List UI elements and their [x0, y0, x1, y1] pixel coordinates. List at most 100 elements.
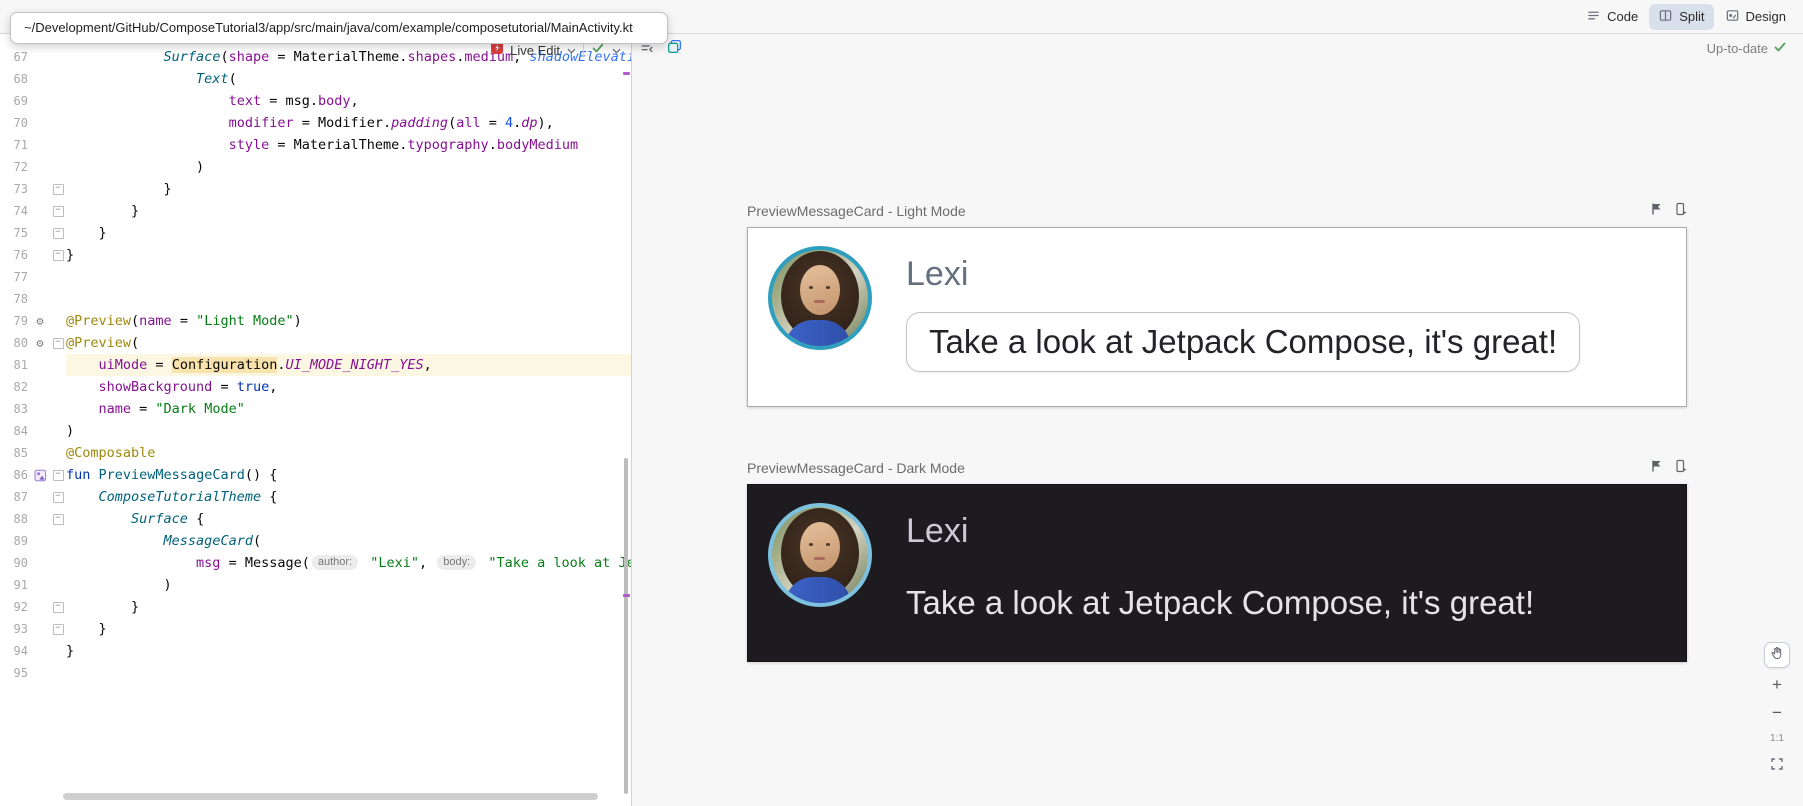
fold-spacer: [50, 640, 66, 662]
code-line-88[interactable]: 88 Surface {: [0, 508, 631, 530]
run-preview-on-device-icon[interactable]: [1674, 459, 1687, 478]
zoom-to-fit-button[interactable]: [1770, 754, 1784, 774]
code-line-92[interactable]: 92 }: [0, 596, 631, 618]
avatar-face: [800, 522, 840, 572]
error-stripe-mark: [623, 594, 630, 597]
code-text: Text(: [66, 68, 631, 90]
pane-divider[interactable]: [631, 34, 632, 806]
code-line-75[interactable]: 75 }: [0, 222, 631, 244]
preview-card-dark[interactable]: Lexi Take a look at Jetpack Compose, it'…: [747, 484, 1687, 662]
code-view-button[interactable]: Code: [1577, 4, 1647, 30]
preview-settings-gear-icon[interactable]: ⚙: [30, 332, 50, 354]
code-line-78[interactable]: 78: [0, 288, 631, 310]
code-line-89[interactable]: 89 MessageCard(: [0, 530, 631, 552]
run-preview-on-device-icon[interactable]: [1674, 202, 1687, 221]
preview-card-light[interactable]: Lexi Take a look at Jetpack Compose, it'…: [747, 227, 1687, 407]
preview-sync-status: Up-to-date: [1707, 40, 1787, 57]
compose-preview-gutter-icon[interactable]: [30, 464, 50, 486]
code-text: [66, 288, 631, 310]
line-number: 92: [8, 596, 28, 618]
code-line-68[interactable]: 68 Text(: [0, 68, 631, 90]
code-line-69[interactable]: 69 text = msg.body,: [0, 90, 631, 112]
code-line-77[interactable]: 77: [0, 266, 631, 288]
code-line-94[interactable]: 94}: [0, 640, 631, 662]
code-line-79[interactable]: 79⚙@Preview(name = "Light Mode"): [0, 310, 631, 332]
interactive-mode-icon[interactable]: [1650, 459, 1663, 478]
gutter-spacer: [30, 552, 50, 574]
fold-marker[interactable]: [50, 222, 66, 244]
code-line-85[interactable]: 85@Composable: [0, 442, 631, 464]
avatar: [768, 503, 872, 607]
code-line-72[interactable]: 72 ): [0, 156, 631, 178]
live-edit-label[interactable]: Live Edit: [510, 43, 560, 58]
code-text: }: [66, 640, 631, 662]
fold-spacer: [50, 134, 66, 156]
fold-marker[interactable]: [50, 178, 66, 200]
code-line-76[interactable]: 76}: [0, 244, 631, 266]
fold-marker[interactable]: [50, 200, 66, 222]
code-text: showBackground = true,: [66, 376, 631, 398]
code-line-70[interactable]: 70 modifier = Modifier.padding(all = 4.d…: [0, 112, 631, 134]
fold-spacer: [50, 398, 66, 420]
code-line-83[interactable]: 83 name = "Dark Mode": [0, 398, 631, 420]
fold-marker[interactable]: [50, 244, 66, 266]
code-line-93[interactable]: 93 }: [0, 618, 631, 640]
code-text: @Composable: [66, 442, 631, 464]
file-path-breadcrumb[interactable]: ~/Development/GitHub/ComposeTutorial3/ap…: [10, 12, 668, 44]
editor-pane[interactable]: 67 Surface(shape = MaterialTheme.shapes.…: [0, 34, 631, 806]
editor-horizontal-scrollbar[interactable]: [63, 793, 598, 800]
line-number: 68: [8, 68, 28, 90]
pan-tool-button[interactable]: [1764, 642, 1790, 668]
code-line-71[interactable]: 71 style = MaterialTheme.typography.body…: [0, 134, 631, 156]
code-line-84[interactable]: 84): [0, 420, 631, 442]
zoom-actual-size-button[interactable]: 1:1: [1770, 730, 1784, 748]
code-line-74[interactable]: 74 }: [0, 200, 631, 222]
code-line-82[interactable]: 82 showBackground = true,: [0, 376, 631, 398]
design-view-button[interactable]: Design: [1716, 4, 1795, 30]
preview-panel-header: PreviewMessageCard - Dark Mode: [747, 457, 1687, 479]
gutter-spacer: [30, 244, 50, 266]
code-text: }: [66, 244, 631, 266]
design-icon: [1725, 8, 1740, 26]
code-line-86[interactable]: 86fun PreviewMessageCard() {: [0, 464, 631, 486]
code-line-87[interactable]: 87 ComposeTutorialTheme {: [0, 486, 631, 508]
fold-spacer: [50, 530, 66, 552]
line-number: 94: [8, 640, 28, 662]
gutter-spacer: [30, 178, 50, 200]
fold-marker[interactable]: [50, 596, 66, 618]
code-text: text = msg.body,: [66, 90, 631, 112]
gutter-spacer: [30, 90, 50, 112]
preview-title: PreviewMessageCard - Light Mode: [747, 203, 966, 219]
line-number: 75: [8, 222, 28, 244]
fold-marker[interactable]: [50, 464, 66, 486]
layout-validation-icon[interactable]: [666, 38, 683, 60]
line-number: 74: [8, 200, 28, 222]
line-number: 70: [8, 112, 28, 134]
code-text: style = MaterialTheme.typography.bodyMed…: [66, 134, 631, 156]
zoom-out-button[interactable]: −: [1772, 702, 1782, 724]
gutter-spacer: [30, 112, 50, 134]
interactive-mode-icon[interactable]: [1650, 202, 1663, 221]
line-number: 90: [8, 552, 28, 574]
code-line-95[interactable]: 95: [0, 662, 631, 684]
line-number: 72: [8, 156, 28, 178]
code-line-73[interactable]: 73 }: [0, 178, 631, 200]
split-view-button[interactable]: Split: [1649, 4, 1713, 30]
gutter-spacer: [30, 398, 50, 420]
fold-marker[interactable]: [50, 332, 66, 354]
editor-vertical-scrollbar[interactable]: [624, 458, 628, 794]
fold-spacer: [50, 288, 66, 310]
code-text: MessageCard(: [66, 530, 631, 552]
code-line-81[interactable]: 81 uiMode = Configuration.UI_MODE_NIGHT_…: [0, 354, 631, 376]
preview-settings-gear-icon[interactable]: ⚙: [30, 310, 50, 332]
gutter-spacer: [30, 46, 50, 68]
code-text: Surface {: [66, 508, 631, 530]
split-icon: [1658, 8, 1673, 26]
zoom-in-button[interactable]: +: [1772, 674, 1782, 696]
code-line-80[interactable]: 80⚙@Preview(: [0, 332, 631, 354]
code-line-90[interactable]: 90 msg = Message(author: "Lexi", body: "…: [0, 552, 631, 574]
fold-marker[interactable]: [50, 486, 66, 508]
fold-marker[interactable]: [50, 508, 66, 530]
fold-marker[interactable]: [50, 618, 66, 640]
code-line-91[interactable]: 91 ): [0, 574, 631, 596]
